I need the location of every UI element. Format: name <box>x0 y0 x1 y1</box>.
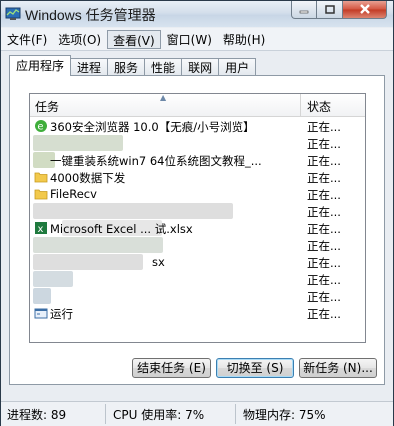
menu-options[interactable]: 选项(O) <box>53 28 106 49</box>
redacted-region <box>33 271 73 287</box>
task-status: 正在... <box>307 256 341 270</box>
svg-text:x: x <box>38 224 44 235</box>
task-row[interactable]: FileRecv 正在... <box>32 186 365 203</box>
title-bar[interactable]: Windows 任务管理器 <box>1 1 393 27</box>
close-icon <box>359 4 370 14</box>
task-name: 一键重装系统win7 64位系统图文教程_... <box>50 154 262 168</box>
task-manager-icon <box>5 7 21 20</box>
tab-applications[interactable]: 应用程序 <box>9 55 72 76</box>
task-status: 正在... <box>307 154 341 168</box>
switch-to-button[interactable]: 切换至 (S) <box>216 358 294 378</box>
svg-text:e: e <box>37 122 43 133</box>
close-button[interactable] <box>343 1 387 19</box>
menu-file[interactable]: 文件(F) <box>2 28 52 49</box>
process-count: 进程数: 89 <box>7 408 67 422</box>
tab-services[interactable]: 服务 <box>107 58 146 76</box>
redacted-region <box>33 254 143 270</box>
menu-view[interactable]: 查看(V) <box>107 30 161 49</box>
cpu-usage: CPU 使用率: 7% <box>113 408 205 422</box>
tab-strip: 应用程序 进程 服务 性能 联网 用户 <box>9 55 257 76</box>
tab-users[interactable]: 用户 <box>218 58 257 76</box>
task-row[interactable]: 运行 正在... <box>32 305 365 322</box>
list-header: ▲ 任务 状态 <box>30 94 365 117</box>
folder-icon <box>34 172 48 183</box>
task-status: 正在... <box>307 290 341 304</box>
task-row[interactable]: 4000数据下发 正在... <box>32 169 365 186</box>
task-status: 正在... <box>307 137 341 151</box>
redacted-region <box>33 203 233 219</box>
column-header-task[interactable]: 任务 <box>35 98 59 115</box>
status-bar: 进程数: 89 CPU 使用率: 7% 物理内存: 75% <box>1 401 393 426</box>
tab-performance[interactable]: 性能 <box>144 58 183 76</box>
task-status: 正在... <box>307 307 341 321</box>
run-icon <box>34 308 48 319</box>
task-row[interactable]: 正在... <box>32 271 365 288</box>
browser-icon: e <box>35 120 47 133</box>
task-name: 4000数据下发 <box>50 171 126 185</box>
task-status: 正在... <box>307 120 341 134</box>
tab-processes[interactable]: 进程 <box>70 58 109 76</box>
status-divider <box>105 404 106 424</box>
redacted-region <box>33 135 123 151</box>
maximize-button[interactable] <box>317 1 343 19</box>
minimize-icon <box>299 10 309 13</box>
minimize-button[interactable] <box>291 1 317 19</box>
excel-icon: x <box>35 222 47 235</box>
task-status: 正在... <box>307 188 341 202</box>
task-status: 正在... <box>307 239 341 253</box>
tab-networking[interactable]: 联网 <box>181 58 220 76</box>
task-row[interactable]: 一键重装系统win7 64位系统图文教程_... 正在... <box>32 152 365 169</box>
sort-ascending-icon: ▲ <box>160 93 167 102</box>
task-name: Microsoft Excel ... 试.xlsx <box>50 222 193 236</box>
task-row[interactable]: 正在... <box>32 288 365 305</box>
menu-help[interactable]: 帮助(H) <box>218 28 270 49</box>
task-row[interactable]: x Microsoft Excel ... 试.xlsx 正在... <box>32 220 365 237</box>
end-task-button[interactable]: 结束任务 (E) <box>132 358 211 378</box>
task-name: FileRecv <box>50 187 97 201</box>
redacted-region <box>33 237 163 253</box>
task-row[interactable]: sx 正在... <box>32 254 365 271</box>
column-divider[interactable] <box>300 94 301 116</box>
task-status: 正在... <box>307 222 341 236</box>
task-name: 360安全浏览器 10.0【无痕/小号浏览】 <box>50 120 255 134</box>
redacted-region <box>33 288 51 304</box>
task-status: 正在... <box>307 273 341 287</box>
task-list[interactable]: ▲ 任务 状态 e 360安全浏览器 10.0【无痕/小号浏览】 正在... 正… <box>29 93 366 343</box>
maximize-icon <box>324 4 335 14</box>
task-manager-window: Windows 任务管理器 文件(F) 选项(O) 查看(V) 窗口(W) 帮助… <box>0 0 394 426</box>
task-row[interactable]: 正在... <box>32 135 365 152</box>
menu-window[interactable]: 窗口(W) <box>162 28 217 49</box>
folder-icon <box>34 189 48 200</box>
menu-bar: 文件(F) 选项(O) 查看(V) 窗口(W) 帮助(H) <box>1 28 393 51</box>
new-task-button[interactable]: 新任务 (N)... <box>299 358 377 378</box>
task-row[interactable]: 正在... <box>32 237 365 254</box>
column-header-status[interactable]: 状态 <box>307 98 331 115</box>
task-row[interactable]: e 360安全浏览器 10.0【无痕/小号浏览】 正在... <box>32 118 365 135</box>
memory-usage: 物理内存: 75% <box>243 408 326 422</box>
applications-panel: ▲ 任务 状态 e 360安全浏览器 10.0【无痕/小号浏览】 正在... 正… <box>9 75 385 385</box>
window-title: Windows 任务管理器 <box>25 7 156 23</box>
task-status: 正在... <box>307 205 341 219</box>
task-row[interactable]: 正在... <box>32 203 365 220</box>
task-status: 正在... <box>307 171 341 185</box>
status-divider <box>235 404 236 424</box>
task-name: 运行 <box>50 307 73 321</box>
